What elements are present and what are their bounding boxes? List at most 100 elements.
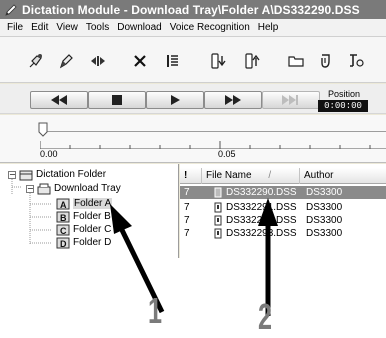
file-name: DS332292.DSS: [226, 215, 297, 226]
file-row[interactable]: 7 DS332292.DSS DS3300: [180, 214, 386, 227]
tree-item-folder-b[interactable]: B Folder B: [56, 210, 111, 223]
tree-label-dictation-folder: Dictation Folder: [36, 169, 107, 180]
play-button[interactable]: [146, 91, 204, 109]
tree-label-folder-c: Folder C: [73, 224, 112, 235]
menu-edit[interactable]: Edit: [28, 22, 53, 33]
tree-label-folder-b: Folder B: [73, 211, 111, 222]
voice-recognition-button[interactable]: [346, 51, 366, 71]
title-bar[interactable]: Dictation Module - Download Tray\Folder …: [0, 0, 386, 19]
upload-button[interactable]: [242, 51, 262, 71]
time-scale-ticks: [40, 141, 386, 149]
callout-number-2: 2: [258, 296, 273, 337]
tree-item-folder-d[interactable]: D Folder D: [56, 236, 111, 249]
rewind-icon: [51, 95, 67, 105]
file-properties-icon: [167, 55, 178, 67]
scale-label-mid: 0.05: [218, 149, 236, 159]
file-author: DS3300: [306, 228, 343, 239]
new-folder-button[interactable]: [286, 51, 306, 71]
slider-track[interactable]: [40, 131, 386, 132]
download-to-pc-icon: [211, 53, 226, 69]
file-list-header: ! File Name / Author: [180, 168, 386, 184]
file-priority: 7: [184, 215, 190, 226]
dss-file-icon: [214, 187, 222, 198]
column-header-priority[interactable]: !: [180, 168, 202, 184]
file-priority: 7: [184, 187, 190, 198]
record-mic-button[interactable]: [26, 51, 46, 71]
file-priority: 7: [184, 202, 190, 213]
position-slider-area: 0.00 0.05: [0, 115, 386, 163]
toolbar: [0, 37, 386, 83]
scale-label-start: 0.00: [40, 149, 58, 159]
column-header-author[interactable]: Author: [300, 168, 386, 184]
tree-item-dictation-folder[interactable]: − Dictation Folder: [8, 168, 106, 181]
menu-tools[interactable]: Tools: [83, 22, 114, 33]
column-header-file-name-label: File Name: [206, 170, 252, 181]
menu-help[interactable]: Help: [255, 22, 284, 33]
collapse-icon[interactable]: −: [8, 170, 16, 179]
pen-app-icon: [5, 3, 17, 16]
file-name: DS332290.DSS: [226, 187, 297, 198]
dictation-pen-button[interactable]: [56, 51, 76, 71]
application-window: Dictation Module - Download Tray\Folder …: [0, 0, 386, 258]
record-mic-icon: [29, 54, 42, 68]
fast-forward-button[interactable]: [204, 91, 262, 109]
menu-download[interactable]: Download: [114, 22, 166, 33]
new-folder-icon: [288, 56, 304, 67]
callout-number-1: 1: [148, 290, 163, 331]
folder-d-icon: D: [56, 237, 70, 249]
tree-label-folder-a: Folder A: [73, 198, 113, 209]
tree-item-folder-a[interactable]: A Folder A: [56, 197, 113, 210]
menu-file[interactable]: File: [4, 22, 28, 33]
slider-thumb[interactable]: [38, 122, 48, 137]
collapse-icon[interactable]: −: [26, 184, 34, 193]
position-display: 0:00:00: [318, 100, 368, 112]
stop-button[interactable]: [88, 91, 146, 109]
menu-view[interactable]: View: [53, 22, 83, 33]
delete-button[interactable]: [130, 51, 150, 71]
file-row[interactable]: 7 DS332290.DSS DS3300: [180, 186, 386, 199]
svg-text:B: B: [60, 213, 67, 223]
tree-item-download-tray[interactable]: − Download Tray: [26, 182, 121, 195]
tree-item-folder-c[interactable]: C Folder C: [56, 223, 111, 236]
download-to-pc-button[interactable]: [208, 51, 228, 71]
send-mail-icon: [321, 54, 330, 68]
folder-cabinet-icon: [19, 170, 33, 180]
tree-label-folder-d: Folder D: [73, 237, 112, 248]
file-properties-button[interactable]: [162, 51, 182, 71]
menu-bar: File Edit View Tools Download Voice Reco…: [0, 19, 386, 37]
file-row[interactable]: 7 DS332291.DSS DS3300: [180, 201, 386, 214]
folder-a-icon: A: [56, 198, 70, 210]
tray-icon: [37, 183, 51, 194]
play-icon: [171, 95, 180, 105]
svg-text:D: D: [60, 239, 67, 249]
index-mark-button[interactable]: [88, 51, 108, 71]
fast-forward-icon: [225, 95, 241, 105]
upload-icon: [245, 53, 260, 69]
tree-label-download-tray: Download Tray: [54, 183, 121, 194]
file-list-pane: ! File Name / Author 7 DS332290.DSS DS33…: [180, 164, 386, 258]
folder-c-icon: C: [56, 224, 70, 236]
menu-voice-recognition[interactable]: Voice Recognition: [167, 22, 255, 33]
window-title: Dictation Module - Download Tray\Folder …: [22, 2, 360, 17]
voice-recognition-icon: [350, 54, 364, 67]
stop-icon: [112, 95, 122, 105]
rewind-button[interactable]: [30, 91, 88, 109]
file-name: DS332291.DSS: [226, 202, 297, 213]
position-label: Position: [328, 89, 361, 99]
end-button[interactable]: [262, 91, 320, 109]
file-name: DS332293.DSS: [226, 228, 297, 239]
end-icon: [282, 95, 298, 105]
folder-tree-pane: − Dictation Folder − Download Tray A Fol…: [0, 164, 179, 258]
dss-file-icon: [214, 202, 222, 213]
file-priority: 7: [184, 228, 190, 239]
send-mail-button[interactable]: [316, 51, 336, 71]
svg-text:C: C: [60, 226, 67, 236]
transport-controls: Position 0:00:00: [0, 84, 386, 114]
dss-file-icon: [214, 215, 222, 226]
svg-text:A: A: [60, 200, 67, 210]
file-author: DS3300: [306, 202, 343, 213]
column-header-file-name[interactable]: File Name /: [202, 168, 300, 184]
delete-x-icon: [134, 55, 146, 67]
file-row[interactable]: 7 DS332293.DSS DS3300: [180, 227, 386, 240]
dss-file-icon: [214, 228, 222, 239]
